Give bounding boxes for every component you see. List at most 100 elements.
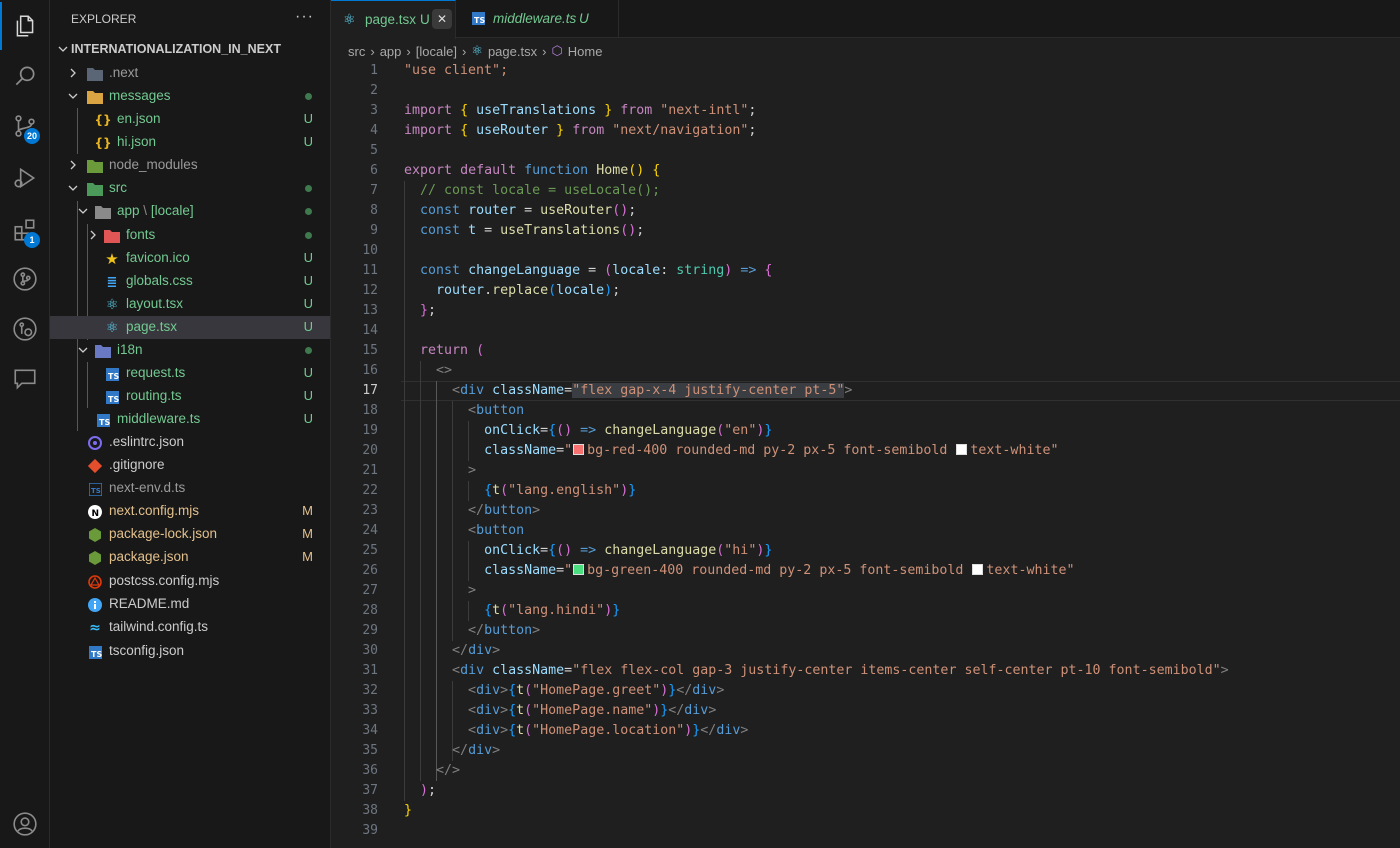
color-swatch-white[interactable] [972,563,984,575]
code-editor[interactable]: 1 2 3 4 5 6 7 8 9 10 11 12 13 14 15 16 17 18 19 20 21 22 23 24 2… [331,61,1400,848]
src-folder-icon [87,181,103,197]
svg-text:TS: TS [91,487,101,495]
chat-icon[interactable] [0,355,50,403]
tab-bar: ⚛ page.tsx U ✕ TS middleware.ts U [331,0,1400,39]
tree-item-page-tsx[interactable]: ⚛ page.tsx U [50,316,330,339]
breadcrumb-item[interactable]: app [380,44,402,59]
breadcrumb-item[interactable]: page.tsx [488,44,537,59]
more-actions-button[interactable]: ··· [295,8,314,26]
svg-text:N: N [92,509,100,519]
line-number: 25 [362,543,378,558]
tree-item-postcss[interactable]: postcss.config.mjs [50,570,330,593]
account-icon[interactable] [0,800,50,848]
code-line-30: </div> [452,643,501,658]
file-name: globals.css [126,273,193,288]
postcss-icon [87,574,103,590]
chevron-right-icon: › [461,43,467,59]
tree-item-request-ts[interactable]: TS request.ts U [50,362,330,385]
tree-item-package-lock[interactable]: package-lock.json M [50,523,330,546]
code-line-8: const router = useRouter(); [420,203,637,218]
tree-item-tailwind[interactable]: ≈ tailwind.config.ts [50,616,330,639]
tree-item-routing-ts[interactable]: TS routing.ts U [50,385,330,408]
tree-item-next[interactable]: .next [50,62,330,85]
typescript-icon: TS [87,481,103,497]
tree-item-favicon[interactable]: ★ favicon.ico U [50,247,330,270]
line-number: 3 [370,103,378,118]
git-status: U [303,111,313,126]
code-line-26: className=" bg-green-400 rounded-md py-2 … [484,563,1075,578]
tree-item-fonts[interactable]: fonts [50,224,330,247]
chevron-down-icon [68,93,78,99]
svg-text:TS: TS [91,650,102,659]
tree-item-eslintrc[interactable]: .eslintrc.json [50,431,330,454]
git-status: U [303,411,313,426]
file-name: README.md [109,596,190,611]
tree-item-tsconfig[interactable]: TS tsconfig.json [50,640,330,663]
modified-dot [305,347,312,354]
tab-page-tsx[interactable]: ⚛ page.tsx U ✕ [331,0,456,39]
tree-root[interactable]: INTERNATIONALIZATION_IN_NEXT [50,38,330,61]
color-swatch-red[interactable] [573,443,585,455]
tree-item-gitignore[interactable]: .gitignore [50,454,330,477]
tree-item-app-locale[interactable]: app \ [locale] [50,200,330,223]
code-line-31: <div className="flex flex-col gap-3 just… [452,663,1229,678]
breadcrumb-item[interactable]: [locale] [416,44,457,59]
code-line-33: <div>{t("HomePage.name")}</div> [468,703,717,718]
code-line-27: > [468,583,477,598]
tree-item-i18n[interactable]: i18n [50,339,330,362]
tree-item-en-json[interactable]: {} en.json U [50,108,330,131]
tree-item-next-env[interactable]: TS next-env.d.ts [50,477,330,500]
css-icon: ≣ [106,274,118,290]
color-swatch-green[interactable] [573,563,585,575]
tab-label: middleware.ts [493,11,577,26]
code-line-32: <div>{t("HomePage.greet")}</div> [468,683,725,698]
file-name: postcss.config.mjs [109,573,220,588]
git-graph-icon[interactable] [0,255,50,303]
breadcrumb-item[interactable]: src [348,44,365,59]
tree-item-globals-css[interactable]: ≣ globals.css U [50,270,330,293]
git-status: U [303,250,313,265]
tree-item-messages[interactable]: messages [50,85,330,108]
search-icon[interactable] [0,52,50,100]
extensions-icon[interactable]: 1 [0,206,50,254]
json-icon: {} [94,113,112,127]
tab-status: U [420,12,430,27]
close-icon[interactable]: ✕ [432,9,452,29]
code-line-17: <div className="flex gap-x-4 justify-cen… [452,383,853,398]
explorer-sidebar: EXPLORER ··· INTERNATIONALIZATION_IN_NEX… [50,0,331,848]
code-line-16: <> [436,363,453,378]
file-name: next-env.d.ts [109,480,186,495]
file-name: layout.tsx [126,296,184,311]
code-line-11: const changeLanguage = (locale: string) … [420,263,773,278]
file-name: i18n [117,342,143,357]
modified-dot [305,208,312,215]
tree-item-hi-json[interactable]: {} hi.json U [50,131,330,154]
git-status: U [303,388,313,403]
explorer-icon[interactable] [0,2,50,50]
line-number: 36 [362,763,378,778]
chevron-down-icon [58,46,68,52]
line-number: 14 [362,323,378,338]
line-number: 5 [370,143,378,158]
breadcrumb-item[interactable]: Home [568,44,603,59]
tab-middleware-ts[interactable]: TS middleware.ts U [456,0,619,38]
line-number: 6 [370,163,378,178]
remote-explorer-icon[interactable] [0,305,50,353]
tree-item-package-json[interactable]: package.json M [50,546,330,569]
git-status: U [303,134,313,149]
tree-item-layout-tsx[interactable]: ⚛ layout.tsx U [50,293,330,316]
tree-item-middleware-ts[interactable]: TS middleware.ts U [50,408,330,431]
tree-item-readme[interactable]: README.md [50,593,330,616]
color-swatch-white[interactable] [956,443,968,455]
tree-item-src[interactable]: src [50,177,330,200]
file-name: hi.json [117,134,157,149]
line-number: 27 [362,583,378,598]
source-control-icon[interactable]: 20 [0,102,50,150]
git-status: U [303,319,313,334]
line-number: 16 [362,363,378,378]
tree-item-next-config[interactable]: N next.config.mjs M [50,500,330,523]
tree-item-node-modules[interactable]: node_modules [50,154,330,177]
react-icon: ⚛ [105,297,119,313]
run-debug-icon[interactable] [0,154,50,202]
chevron-right-icon [70,160,76,170]
